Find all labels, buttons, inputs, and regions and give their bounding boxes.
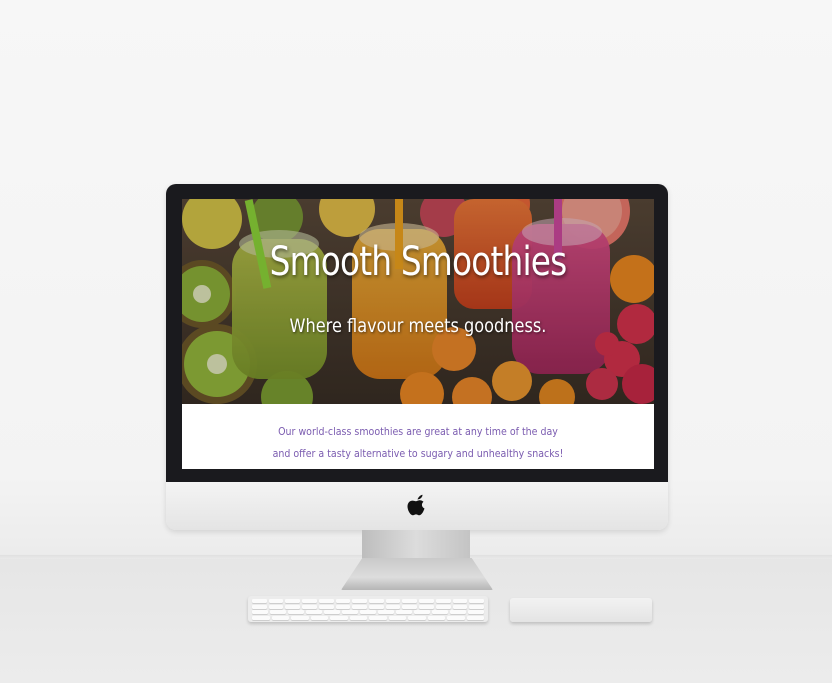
- monitor: Smooth Smoothies Where flavour meets goo…: [166, 184, 668, 530]
- monitor-stand-base: [341, 558, 493, 590]
- website-screen: Smooth Smoothies Where flavour meets goo…: [182, 199, 654, 469]
- hero-subtitle: Where flavour meets goodness.: [289, 315, 547, 337]
- intro-text: Our world-class smoothies are great at a…: [215, 421, 621, 465]
- keyboard: [248, 596, 488, 622]
- intro-line-1: Our world-class smoothies are great at a…: [278, 425, 558, 438]
- hero-title: Smooth Smoothies: [269, 239, 568, 285]
- intro-line-2: and offer a tasty alternative to sugary …: [272, 447, 564, 460]
- monitor-stand-neck: [362, 530, 470, 560]
- apple-logo-icon: [407, 494, 425, 516]
- hero-banner: Smooth Smoothies Where flavour meets goo…: [182, 199, 654, 404]
- trackpad: [510, 598, 652, 622]
- hero-smoothie-image: [182, 199, 654, 404]
